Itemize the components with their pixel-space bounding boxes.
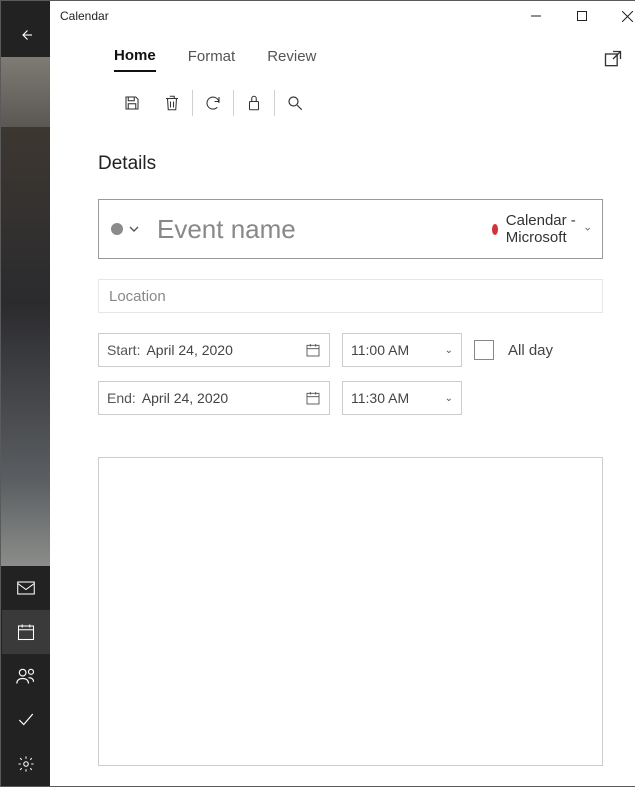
rail-mail[interactable] bbox=[2, 566, 50, 610]
rail-people[interactable] bbox=[2, 654, 50, 698]
delete-button[interactable] bbox=[152, 87, 192, 119]
rail-accent bbox=[1, 57, 50, 127]
end-date-picker[interactable]: End: April 24, 2020 bbox=[98, 381, 330, 415]
emoji-dot-icon bbox=[111, 223, 123, 235]
maximize-button[interactable] bbox=[559, 1, 605, 31]
emoji-picker-button[interactable] bbox=[111, 223, 145, 235]
tab-home[interactable]: Home bbox=[114, 47, 156, 72]
calendar-selector-label: Calendar - Microsoft bbox=[506, 212, 577, 246]
rail-calendar[interactable] bbox=[2, 610, 50, 654]
end-label: End: bbox=[107, 390, 136, 406]
rail-spacer bbox=[1, 127, 50, 566]
end-row: End: April 24, 2020 11:30 AM ⌄ bbox=[98, 381, 603, 415]
start-row: Start: April 24, 2020 11:00 AM ⌄ All day bbox=[98, 333, 603, 367]
search-button[interactable] bbox=[275, 87, 315, 119]
rail-settings[interactable] bbox=[2, 742, 50, 786]
window-title: Calendar bbox=[60, 9, 109, 23]
calendar-icon bbox=[305, 390, 321, 406]
ribbon-tabs: Home Format Review bbox=[54, 39, 635, 79]
event-name-input[interactable] bbox=[145, 214, 492, 245]
tab-format[interactable]: Format bbox=[188, 48, 236, 71]
start-date-value: April 24, 2020 bbox=[146, 342, 305, 358]
back-button[interactable] bbox=[2, 13, 50, 57]
chevron-down-icon bbox=[585, 224, 590, 234]
end-time-value: 11:30 AM bbox=[351, 390, 445, 406]
rail-todo[interactable] bbox=[2, 698, 50, 742]
all-day-label: All day bbox=[508, 342, 553, 359]
popout-button[interactable] bbox=[595, 41, 631, 77]
event-window: Calendar Home Format Review bbox=[50, 1, 635, 786]
details-heading: Details bbox=[98, 153, 603, 175]
ribbon-toolbar bbox=[54, 79, 635, 127]
end-time-picker[interactable]: 11:30 AM ⌄ bbox=[342, 381, 462, 415]
start-time-value: 11:00 AM bbox=[351, 342, 445, 358]
start-date-picker[interactable]: Start: April 24, 2020 bbox=[98, 333, 330, 367]
chevron-down-icon bbox=[129, 224, 139, 234]
close-button[interactable] bbox=[605, 1, 635, 31]
start-label: Start: bbox=[107, 342, 140, 358]
event-name-row: Calendar - Microsoft bbox=[98, 199, 603, 259]
ribbon: Home Format Review bbox=[50, 31, 635, 135]
titlebar: Calendar bbox=[50, 1, 635, 31]
app-rail bbox=[1, 1, 50, 786]
end-date-value: April 24, 2020 bbox=[142, 390, 305, 406]
calendar-icon bbox=[305, 342, 321, 358]
location-input[interactable] bbox=[99, 288, 602, 305]
minimize-button[interactable] bbox=[513, 1, 559, 31]
show-as-button[interactable] bbox=[234, 87, 274, 119]
details-panel: Details Calendar - Microsoft Start: bbox=[50, 135, 635, 786]
chevron-down-icon: ⌄ bbox=[445, 393, 453, 404]
refresh-button[interactable] bbox=[193, 87, 233, 119]
description-textarea[interactable] bbox=[98, 457, 603, 766]
calendar-color-dot-icon bbox=[492, 224, 498, 235]
start-time-picker[interactable]: 11:00 AM ⌄ bbox=[342, 333, 462, 367]
calendar-selector[interactable]: Calendar - Microsoft bbox=[492, 212, 590, 246]
chevron-down-icon: ⌄ bbox=[445, 345, 453, 356]
all-day-checkbox[interactable] bbox=[474, 340, 494, 360]
tab-review[interactable]: Review bbox=[267, 48, 316, 71]
location-row bbox=[98, 279, 603, 313]
save-button[interactable] bbox=[112, 87, 152, 119]
all-day-group: All day bbox=[474, 340, 553, 360]
